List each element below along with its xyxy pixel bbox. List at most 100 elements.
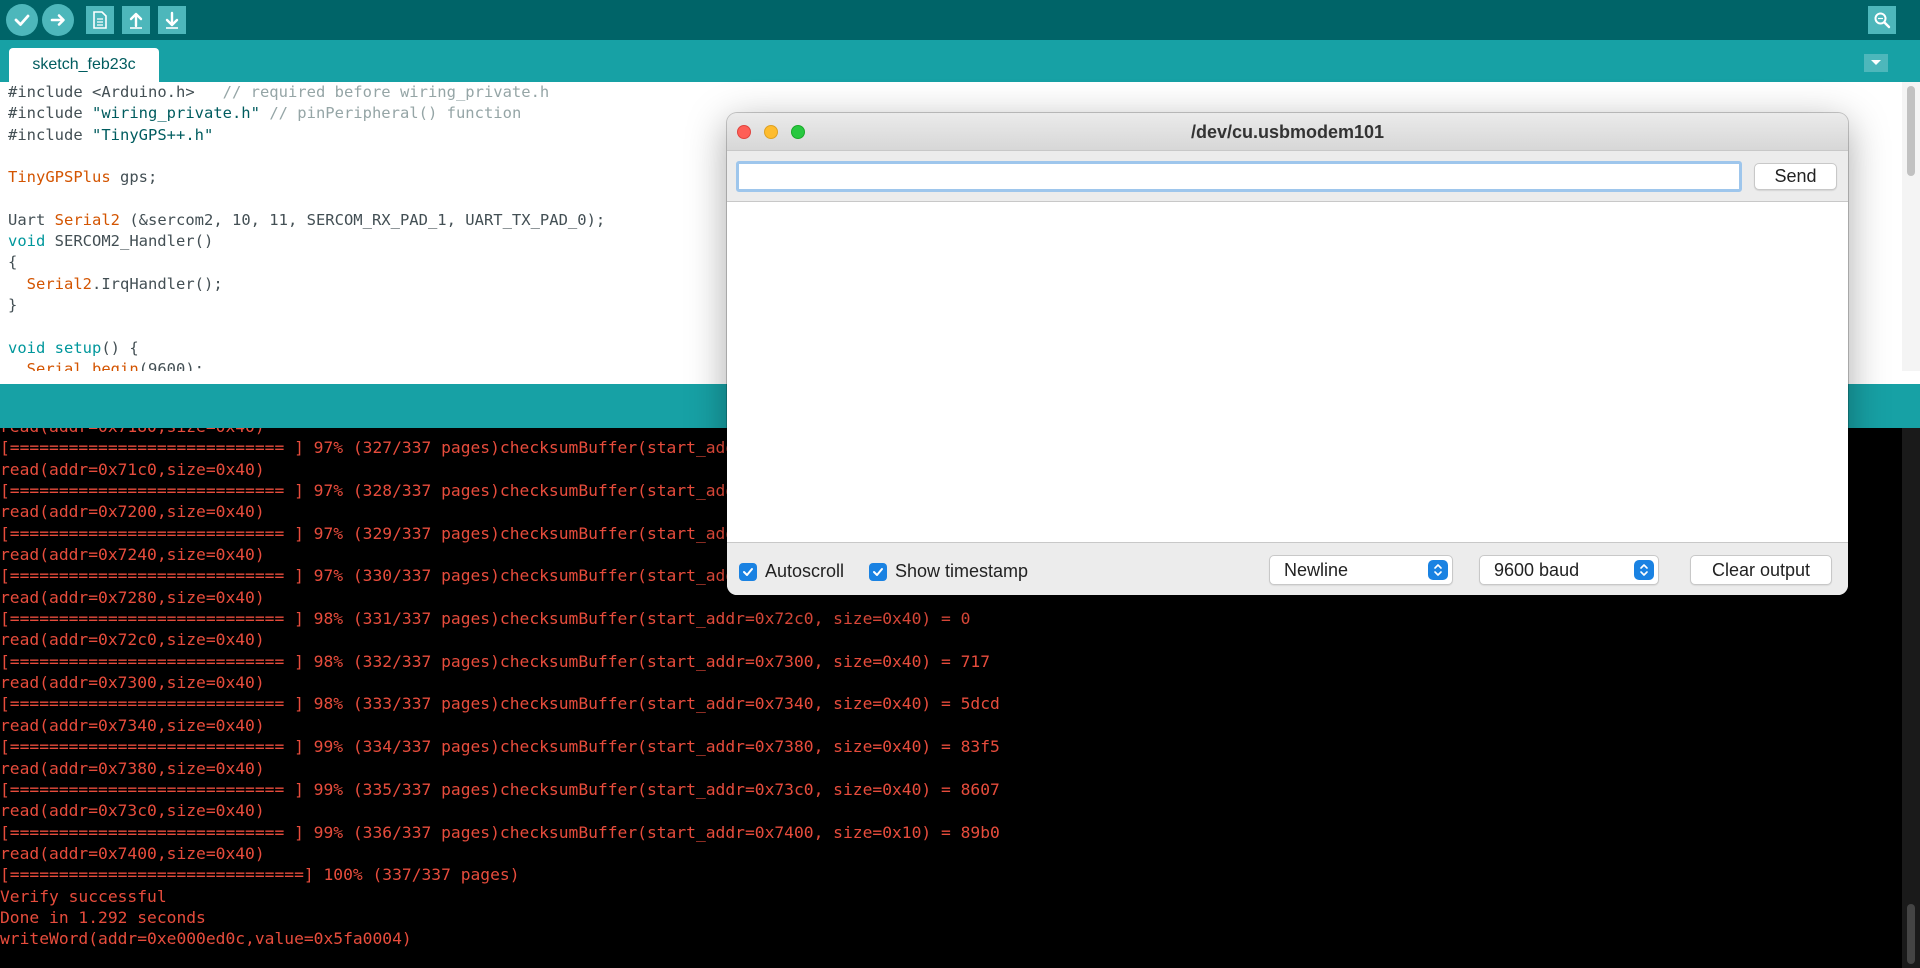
serial-monitor-window: /dev/cu.usbmodem101 Send Autoscroll Show… — [727, 113, 1848, 595]
window-title: /dev/cu.usbmodem101 — [1190, 122, 1385, 142]
editor-scroll-thumb[interactable] — [1907, 86, 1915, 176]
console-line: read(addr=0x7400,size=0x40) — [0, 843, 265, 863]
verify-button[interactable] — [6, 4, 38, 36]
show-timestamp-checkbox[interactable]: Show timestamp — [869, 561, 1028, 582]
code-token: // required before wiring_private.h — [194, 83, 550, 101]
console-line: read(addr=0x7300,size=0x40) — [0, 673, 265, 693]
code-token: begin — [92, 359, 139, 371]
code-token: { — [8, 253, 18, 272]
code-line: { — [8, 252, 605, 273]
show-timestamp-label: Show timestamp — [895, 561, 1029, 581]
send-row: Send — [727, 151, 1848, 201]
code-token: Serial — [26, 359, 83, 371]
code-token: Serial2 — [26, 274, 92, 293]
tab-sketch[interactable]: sketch_feb23c — [9, 48, 159, 82]
console-line: [============================ ] 98% (333… — [0, 694, 1000, 714]
console-line: [============================ ] 99% (336… — [0, 822, 1000, 842]
code-token: (9600); — [138, 359, 205, 371]
line-ending-select[interactable]: Newline — [1269, 555, 1453, 585]
console-line: Done in 1.292 seconds — [0, 907, 206, 927]
code-token: "wiring_private.h" — [92, 104, 260, 123]
code-token: (&sercom2, 10, 11, SERCOM_RX_PAD_1, UART… — [120, 210, 606, 229]
open-button[interactable] — [122, 6, 150, 34]
toolbar — [0, 0, 1920, 40]
code-token: () { — [101, 338, 139, 357]
code-token: // pinPeripheral() function — [259, 104, 522, 123]
upload-button[interactable] — [42, 4, 74, 36]
code-line: void SERCOM2_Handler() — [8, 231, 605, 252]
code-line: Serial.begin(9600); — [8, 359, 605, 371]
console-line: [============================ ] 98% (332… — [0, 651, 991, 671]
code-token: . — [82, 359, 93, 371]
baud-rate-select[interactable]: 9600 baud — [1479, 555, 1659, 585]
serial-input[interactable] — [736, 161, 1742, 192]
code-line: TinyGPSPlus gps; — [8, 167, 605, 188]
console-line: [==============================] 100% (3… — [0, 865, 520, 885]
serial-options-row: Autoscroll Show timestamp Newline 9600 b… — [727, 543, 1848, 595]
code-text: #include <Arduino.h> // required before … — [8, 82, 605, 371]
send-button[interactable]: Send — [1754, 163, 1837, 190]
arrow-down-icon — [165, 11, 179, 29]
select-arrows-icon — [1428, 560, 1448, 580]
console-line: [============================ ] 99% (335… — [0, 779, 1000, 799]
console-line: read(addr=0x7340,size=0x40) — [0, 715, 265, 735]
console-line: writeWord(addr=0xe000ed0c,value=0x5fa000… — [0, 929, 412, 949]
console-line: read(addr=0x73c0,size=0x40) — [0, 801, 265, 821]
baud-rate-value: 9600 baud — [1494, 559, 1580, 580]
code-token: } — [8, 295, 18, 314]
tab-bar: sketch_feb23c — [0, 40, 1920, 82]
arrow-up-icon — [129, 12, 143, 29]
code-token: .IrqHandler(); — [92, 274, 223, 293]
tab-menu-button[interactable] — [1864, 54, 1888, 72]
checkbox-checked-icon — [869, 562, 887, 581]
code-line: #include <Arduino.h> // required before … — [8, 82, 605, 103]
check-icon — [14, 14, 30, 26]
document-icon — [93, 11, 107, 29]
code-token: Serial2 — [54, 210, 120, 229]
console-line: [============================ ] 98% (331… — [0, 609, 971, 629]
line-ending-value: Newline — [1284, 559, 1349, 580]
code-token: TinyGPSPlus — [8, 168, 111, 187]
clear-output-button[interactable]: Clear output — [1690, 555, 1832, 585]
new-sketch-button[interactable] — [86, 6, 114, 34]
console-line: read(addr=0x72c0,size=0x40) — [0, 630, 265, 650]
console-line: Verify successful — [0, 886, 167, 906]
code-token: <Arduino.h> — [92, 83, 195, 101]
code-token: void — [8, 338, 46, 357]
console-line: read(addr=0x7380,size=0x40) — [0, 758, 265, 778]
arrow-right-icon — [50, 14, 65, 26]
code-line: } — [8, 295, 605, 316]
code-line: #include "wiring_private.h" // pinPeriph… — [8, 103, 605, 124]
code-line: #include "TinyGPS++.h" — [8, 125, 605, 146]
code-token: #include — [8, 125, 92, 144]
code-line: Uart Serial2 (&sercom2, 10, 11, SERCOM_R… — [8, 210, 605, 231]
checkbox-checked-icon — [739, 562, 757, 581]
code-token: #include — [8, 83, 92, 101]
serial-monitor-button[interactable] — [1868, 6, 1896, 34]
code-token: #include — [8, 104, 92, 123]
code-token: Uart — [8, 210, 55, 229]
code-line: void setup() { — [8, 338, 605, 359]
code-token: void — [8, 232, 46, 251]
autoscroll-label: Autoscroll — [765, 561, 845, 581]
code-token: "TinyGPS++.h" — [92, 125, 214, 144]
autoscroll-checkbox[interactable]: Autoscroll — [739, 561, 844, 582]
console-scrollbar[interactable] — [1902, 428, 1920, 968]
console-scroll-thumb[interactable] — [1907, 904, 1915, 964]
save-button[interactable] — [158, 6, 186, 34]
code-line: Serial2.IrqHandler(); — [8, 274, 605, 295]
magnifier-icon — [1874, 12, 1891, 29]
serial-monitor-titlebar[interactable]: /dev/cu.usbmodem101 — [727, 113, 1848, 151]
select-arrows-icon — [1634, 560, 1654, 580]
serial-output-area[interactable] — [727, 201, 1848, 543]
chevron-down-icon — [1871, 60, 1881, 65]
code-token: SERCOM2_Handler() — [45, 232, 214, 251]
console-line: [============================ ] 99% (334… — [0, 737, 1000, 757]
code-token: gps; — [110, 168, 158, 187]
editor-scrollbar[interactable] — [1902, 82, 1920, 371]
